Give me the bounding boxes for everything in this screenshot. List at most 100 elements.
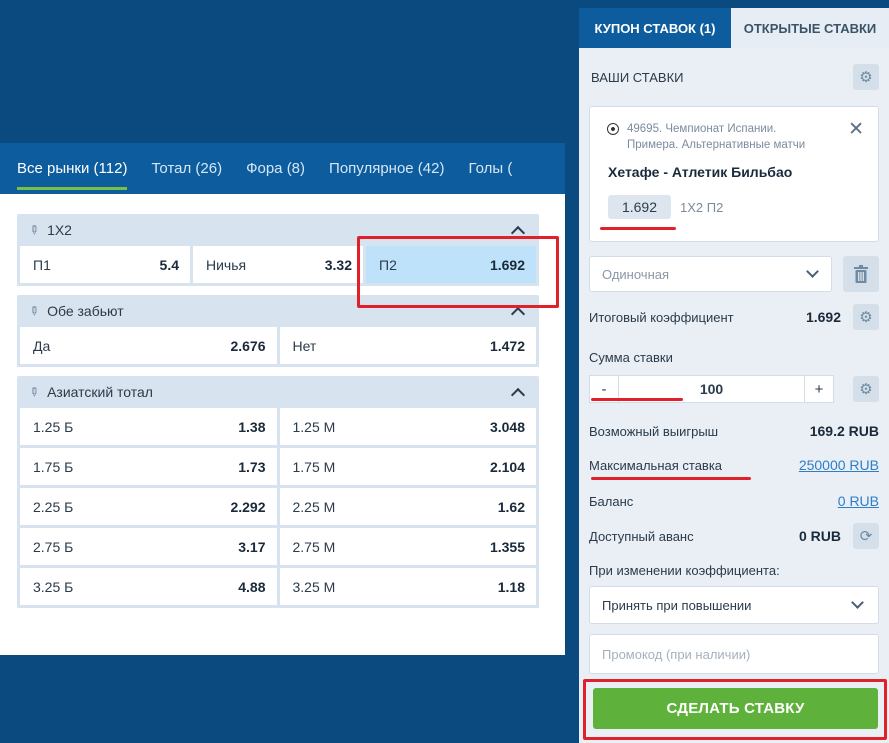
market-group-title: Азиатский тотал	[47, 384, 153, 400]
tab-open-bets[interactable]: ОТКРЫТЫЕ СТАВКИ	[731, 8, 889, 48]
odd-value: 1.472	[489, 337, 525, 354]
max-stake-row: Максимальная ставка 250000 RUB	[589, 457, 879, 473]
odd-label: 2.25 М	[292, 498, 336, 515]
odd-value: 1.73	[238, 458, 266, 475]
odds-change-value: Принять при повышении	[602, 597, 752, 613]
pin-icon[interactable]: ✎	[26, 383, 43, 400]
annotation-box-p2	[357, 236, 559, 308]
odd-cell[interactable]: 2.25 Б 2.292	[20, 488, 277, 525]
odd-cell-no[interactable]: Нет 1.472	[279, 327, 536, 364]
advance-value: 0 RUB	[798, 528, 841, 544]
odd-value: 2.104	[489, 458, 525, 475]
bet-slip-tabs: КУПОН СТАВОК (1) ОТКРЫТЫЕ СТАВКИ	[579, 8, 889, 48]
chevron-up-icon[interactable]	[510, 387, 526, 402]
gear-icon[interactable]: ⚙	[853, 304, 879, 330]
odd-value: 2.676	[230, 337, 266, 354]
tab-total[interactable]: Тотал (26)	[151, 143, 222, 190]
balance-link[interactable]: 0 RUB	[838, 493, 879, 509]
odd-cell[interactable]: 3.25 М 1.18	[279, 568, 536, 605]
odd-cell[interactable]: 2.25 М 1.62	[279, 488, 536, 525]
close-icon[interactable]: ✕	[848, 120, 864, 139]
max-stake-link[interactable]: 250000 RUB	[799, 457, 879, 473]
odd-cell[interactable]: 1.25 М 3.048	[279, 408, 536, 445]
bet-odd-type: 1X2 П2	[680, 199, 724, 215]
bet-card: 49695. Чемпионат Испании. Примера. Альте…	[589, 106, 879, 242]
stake-label-row: Сумма ставки	[589, 350, 879, 365]
bet-odd: 1.692	[608, 195, 671, 219]
annotation-underline-win	[591, 477, 751, 480]
total-odds-row: Итоговый коэффициент 1.692 ⚙	[589, 304, 879, 330]
odd-cell[interactable]: 1.75 М 2.104	[279, 448, 536, 485]
odd-value: 1.18	[497, 578, 525, 595]
odd-cell[interactable]: 3.25 Б 4.88	[20, 568, 277, 605]
chevron-down-icon	[851, 596, 864, 609]
total-odds-value: 1.692	[805, 309, 841, 325]
odd-cell[interactable]: 2.75 Б 3.17	[20, 528, 277, 565]
stake-plus-button[interactable]: +	[804, 375, 834, 403]
odd-label: 2.25 Б	[33, 498, 74, 515]
tab-handicap[interactable]: Фора (8)	[246, 143, 305, 190]
odd-value: 1.62	[497, 498, 525, 515]
odd-label: 3.25 Б	[33, 578, 74, 595]
odds-change-select[interactable]: Принять при повышении	[589, 586, 879, 624]
odd-label: 1.75 Б	[33, 458, 74, 475]
balance-row: Баланс 0 RUB	[589, 493, 879, 509]
tab-all-markets[interactable]: Все рынки (112)	[17, 143, 128, 190]
tab-coupon[interactable]: КУПОН СТАВОК (1)	[579, 8, 731, 48]
gear-icon[interactable]: ⚙	[853, 376, 879, 402]
odd-value: 1.355	[489, 538, 525, 555]
odd-cell[interactable]: 1.25 Б 1.38	[20, 408, 277, 445]
possible-win-row: Возможный выигрыш 169.2 RUB	[589, 423, 879, 439]
chevron-up-icon[interactable]	[510, 306, 526, 321]
odd-cell[interactable]: 2.75 М 1.355	[279, 528, 536, 565]
gear-icon[interactable]: ⚙	[853, 64, 879, 90]
odd-label: Ничья	[206, 256, 247, 273]
trash-icon[interactable]	[843, 256, 879, 292]
balance-label: Баланс	[589, 493, 634, 509]
total-odds-label: Итоговый коэффициент	[589, 309, 734, 325]
bet-slip: КУПОН СТАВОК (1) ОТКРЫТЫЕ СТАВКИ ВАШИ СТ…	[579, 8, 889, 743]
odd-cell-p1[interactable]: П1 5.4	[20, 246, 190, 283]
odd-label: 1.75 М	[292, 458, 336, 475]
odd-label: 1.25 Б	[33, 418, 74, 435]
tab-popular[interactable]: Популярное (42)	[329, 143, 444, 190]
football-icon	[607, 123, 619, 135]
advance-label: Доступный аванс	[589, 528, 694, 544]
match-name: Хетафе - Атлетик Бильбао	[608, 164, 793, 180]
odd-cell-yes[interactable]: Да 2.676	[20, 327, 277, 364]
refresh-icon[interactable]: ⟳	[853, 523, 879, 549]
max-stake-label: Максимальная ставка	[589, 457, 723, 473]
odds-change-label-row: При изменении коэффициента:	[589, 563, 879, 578]
market-group-header[interactable]: ✎ Азиатский тотал	[17, 376, 539, 408]
market-tabs: Все рынки (112) Тотал (26) Фора (8) Попу…	[0, 143, 565, 194]
odd-value: 4.88	[238, 578, 266, 595]
odd-value: 5.4	[159, 256, 179, 273]
annotation-underline-stake	[591, 398, 683, 401]
market-group-asian-total: ✎ Азиатский тотал 1.25 Б 1.38 1.25 М 3.048…	[17, 376, 539, 608]
odd-value: 3.17	[238, 538, 266, 555]
stake-label: Сумма ставки	[589, 350, 673, 365]
make-bet-button[interactable]: СДЕЛАТЬ СТАВКУ	[593, 688, 878, 729]
possible-win-label: Возможный выигрыш	[589, 423, 719, 439]
odd-label: П1	[33, 256, 51, 273]
possible-win-value: 169.2 RUB	[809, 423, 879, 439]
odd-label: 1.25 М	[292, 418, 336, 435]
tab-goals[interactable]: Голы (	[468, 143, 512, 190]
pin-icon[interactable]: ✎	[26, 221, 43, 238]
pin-icon[interactable]: ✎	[26, 302, 43, 319]
markets-panel: Все рынки (112) Тотал (26) Фора (8) Попу…	[0, 143, 565, 655]
odd-cell-draw[interactable]: Ничья 3.32	[193, 246, 363, 283]
bet-type-value: Одиночная	[602, 266, 670, 282]
annotation-underline-odd	[600, 227, 676, 230]
bet-type-select[interactable]: Одиночная	[589, 256, 832, 292]
bet-slip-body: ВАШИ СТАВКИ ⚙ 49695. Чемпионат Испании. …	[579, 48, 889, 743]
your-bets-title: ВАШИ СТАВКИ	[591, 69, 684, 85]
odd-label: Да	[33, 337, 51, 354]
odd-cell[interactable]: 1.75 Б 1.73	[20, 448, 277, 485]
odd-value: 3.32	[324, 256, 352, 273]
odd-value: 2.292	[230, 498, 266, 515]
odd-label: Нет	[292, 337, 317, 354]
chevron-down-icon	[806, 265, 819, 278]
promo-code-input[interactable]	[589, 634, 879, 674]
odd-label: 3.25 М	[292, 578, 336, 595]
